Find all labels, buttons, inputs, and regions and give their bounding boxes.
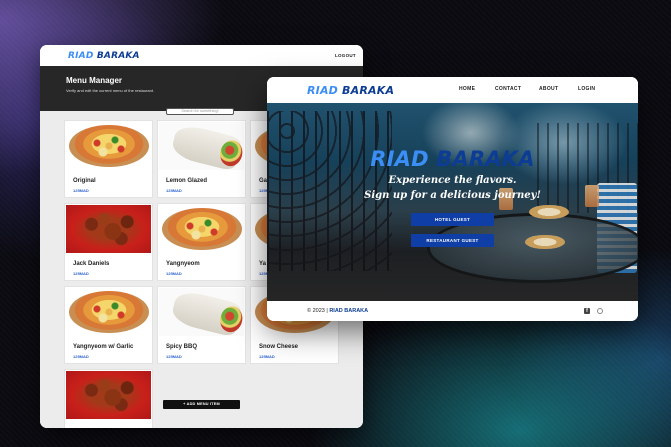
navbar: RIAD BARAKA HOME CONTACT ABOUT LOGIN [267,77,638,103]
menu-card[interactable]: Spicy BBQ 125MAD [157,286,246,364]
menu-card[interactable]: Yangnyeom w/ Garlic 125MAD [64,286,153,364]
logo-riad: RIAD [68,50,94,61]
logout-link[interactable]: LOGOUT [335,53,356,58]
facebook-icon[interactable]: f [584,308,590,314]
search-input[interactable]: Search for something! [166,108,234,115]
brand-logo[interactable]: RIAD BARAKA [68,51,140,61]
menu-item-price: 125MAD [73,354,89,359]
menu-item-image [66,122,151,170]
nav-home[interactable]: HOME [459,86,475,92]
hero-photo-plate [529,205,569,219]
menu-card[interactable] [64,369,153,428]
hero-brand-title: RIAD BARAKA [267,147,638,171]
menu-item-image [66,205,151,253]
menu-item-name: Lemon Glazed [166,178,208,184]
hero-title-riad: RIAD [370,147,429,171]
menu-item-image [66,371,151,419]
hero-title-baraka: BARAKA [436,147,535,171]
menu-item-name: Jack Daniels [73,261,110,267]
menu-item-name: Spicy BBQ [166,344,198,350]
menu-item-price: 125MAD [166,271,182,276]
nav-links: HOME CONTACT ABOUT LOGIN [267,86,638,94]
menu-card[interactable]: Original 125MAD [64,120,153,198]
copyright-text: © 2023 | [307,308,328,314]
menu-card[interactable]: Yangnyeom 125MAD [157,203,246,281]
menu-item-name: Yangnyeom [166,261,200,267]
menu-item-price: 125MAD [166,188,182,193]
restaurant-guest-button[interactable]: RESTAURANT GUEST [411,234,494,247]
menu-manager-topbar: RIAD BARAKA LOGOUT [40,45,363,66]
menu-item-image [159,288,244,336]
footer: © 2023 | RIAD BARAKA f [267,301,638,321]
menu-item-image [159,205,244,253]
menu-item-name: Original [73,178,96,184]
menu-item-image [66,288,151,336]
menu-item-price: 125MAD [73,188,89,193]
copyright-brand: RIAD BARAKA [329,308,369,314]
nav-contact[interactable]: CONTACT [495,86,521,92]
menu-item-name: Snow Cheese [259,344,299,350]
hotel-guest-button[interactable]: HOTEL GUEST [411,213,494,226]
hero-tagline: Experience the flavors. [388,175,517,186]
hero-section: RIAD BARAKA Experience the flavors. Sign… [267,103,638,301]
menu-item-name: Ya [259,261,267,267]
menu-item-price: 125MAD [166,354,182,359]
menu-item-price: 125MAD [73,271,89,276]
menu-item-name: Ga [259,178,268,184]
logo-baraka: BARAKA [96,50,140,61]
instagram-icon[interactable] [597,308,603,314]
add-menu-item-button[interactable]: + ADD MENU ITEM [163,400,240,409]
menu-item-price: 125MAD [259,354,275,359]
copyright: © 2023 | RIAD BARAKA [307,308,368,314]
hero-tagline-2: Sign up for a delicious journey! [364,190,541,201]
nav-login[interactable]: LOGIN [578,86,595,92]
menu-item-name: Yangnyeom w/ Garlic [73,344,134,350]
hero-photo-plate [525,235,565,249]
menu-card[interactable]: Jack Daniels 125MAD [64,203,153,281]
landing-window: RIAD BARAKA HOME CONTACT ABOUT LOGIN RIA… [267,77,638,321]
nav-about[interactable]: ABOUT [539,86,558,92]
menu-item-image [159,122,244,170]
menu-card[interactable]: Lemon Glazed 125MAD [157,120,246,198]
